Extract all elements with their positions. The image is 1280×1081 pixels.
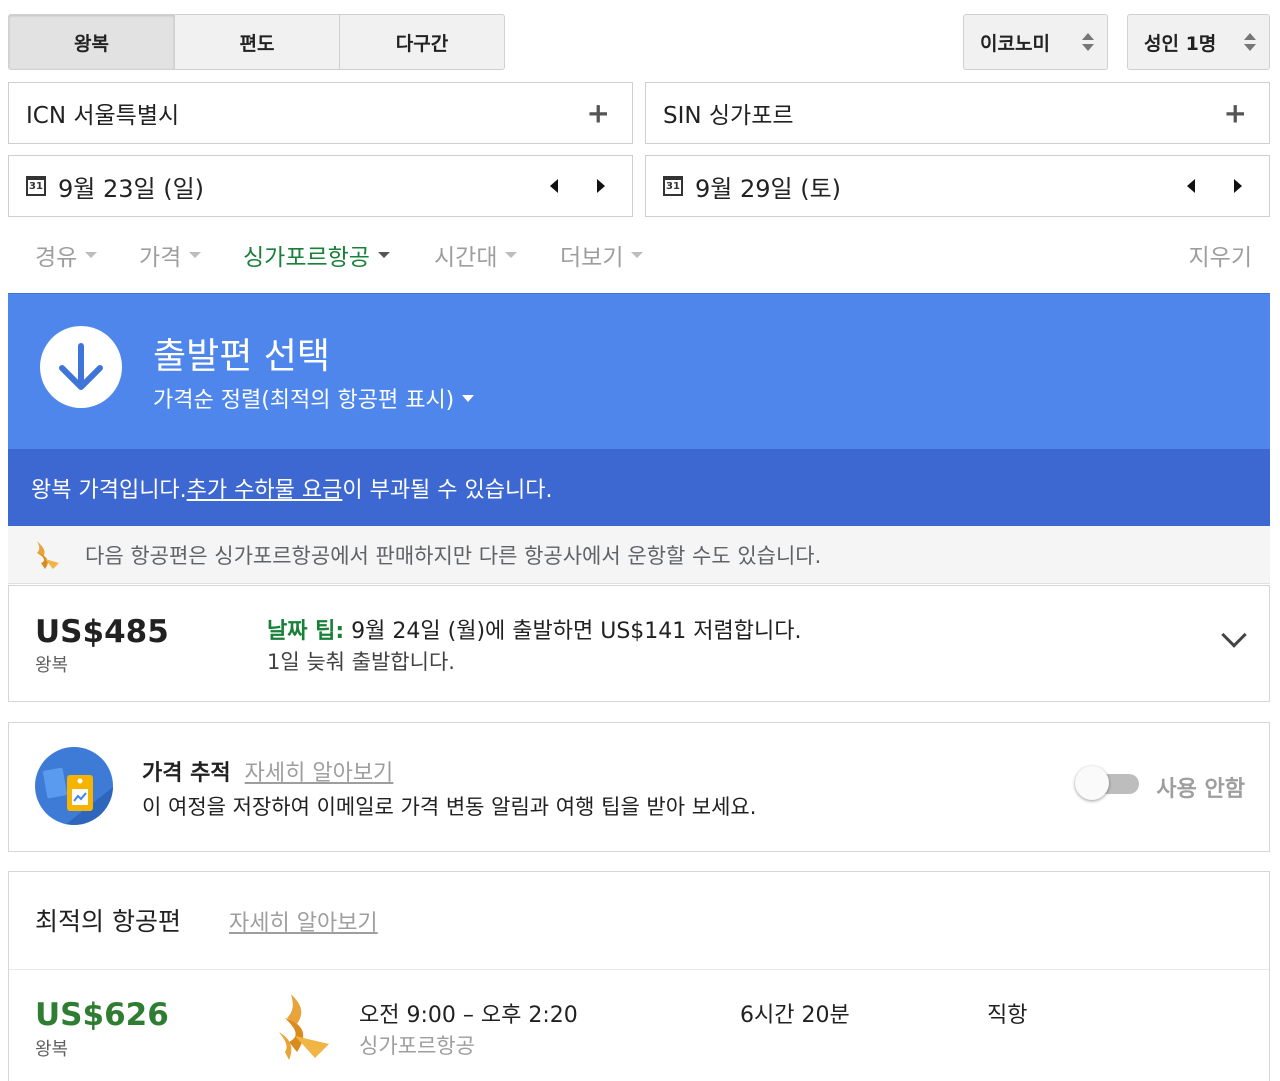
- singapore-airlines-logo-icon: [37, 540, 59, 569]
- tracking-title: 가격 추적 자세히 알아보기: [142, 755, 393, 787]
- caret-down-icon: [377, 252, 390, 258]
- clear-filters-link[interactable]: 지우기: [1189, 238, 1252, 272]
- baggage-fee-link[interactable]: 추가 수하물 요금: [187, 472, 343, 504]
- tab-label: 편도: [239, 32, 275, 55]
- calendar-icon: 31: [26, 176, 46, 196]
- flight-duration: 6시간 20분: [740, 1003, 850, 1028]
- next-date-icon[interactable]: [597, 179, 605, 193]
- toggle-knob: [1075, 766, 1109, 800]
- return-date-text: 9월 29일 (토): [695, 174, 842, 203]
- select-departure-banner: 출발편 선택 가격순 정렬(최적의 항공편 표시): [8, 293, 1270, 449]
- depart-date-text: 9월 23일 (일): [58, 174, 205, 203]
- passengers-label: 성인 1명: [1144, 32, 1217, 55]
- price-info-text: 이 부과될 수 있습니다.: [342, 477, 553, 503]
- singapore-airlines-logo-icon: [279, 994, 329, 1060]
- flight-times: 오전 9:00 – 오후 2:20: [359, 1003, 578, 1028]
- origin-text: ICN 서울특별시: [26, 103, 180, 129]
- origin-field[interactable]: ICN 서울특별시 +: [8, 82, 633, 144]
- caret-down-icon: [505, 252, 518, 258]
- tab-round-trip[interactable]: 왕복: [8, 14, 175, 70]
- tip-label: 날짜 팁:: [267, 619, 345, 644]
- tab-multi-city[interactable]: 다구간: [339, 14, 505, 70]
- best-flights-title: 최적의 항공편: [35, 907, 181, 936]
- flight-price: US$626: [35, 997, 169, 1033]
- learn-more-link[interactable]: 자세히 알아보기: [229, 905, 378, 937]
- sort-label: 가격순 정렬(최적의 항공편 표시): [153, 388, 455, 413]
- tip-text: 9월 24일 (월)에 출발하면 US$141 저렴합니다.: [344, 619, 802, 644]
- flight-stops: 직항: [987, 1003, 1028, 1028]
- divider: [9, 969, 1269, 970]
- filter-label: 싱가포르항공: [243, 245, 370, 271]
- add-destination-icon[interactable]: +: [1224, 97, 1247, 130]
- caret-down-icon: [85, 252, 98, 258]
- tab-one-way[interactable]: 편도: [174, 14, 340, 70]
- notice-text: 다음 항공편은 싱가포르항공에서 판매하지만 다른 항공사에서 운항할 수도 있…: [85, 543, 822, 568]
- destination-text: SIN 싱가포르: [663, 103, 794, 129]
- tracking-desc: 이 여정을 저장하여 이메일로 가격 변동 알림과 여행 팁을 받아 보세요.: [142, 795, 757, 819]
- tab-label: 다구간: [395, 32, 449, 55]
- prev-date-icon[interactable]: [1187, 179, 1195, 193]
- next-date-icon[interactable]: [1234, 179, 1242, 193]
- flight-airline: 싱가포르항공: [359, 1034, 475, 1058]
- price-info-bar: 왕복 가격입니다. 추가 수하물 요금 이 부과될 수 있습니다.: [8, 449, 1270, 526]
- down-arrow-icon: [40, 326, 122, 408]
- return-date-field[interactable]: 31 9월 29일 (토): [645, 155, 1270, 217]
- filter-label: 더보기: [560, 245, 624, 271]
- price-info-text: 왕복 가격입니다.: [31, 477, 187, 503]
- depart-date-field[interactable]: 31 9월 23일 (일): [8, 155, 633, 217]
- cabin-label: 이코노미: [980, 32, 1050, 55]
- price-tracking-toggle[interactable]: [1075, 766, 1139, 800]
- add-origin-icon[interactable]: +: [587, 97, 610, 130]
- cabin-select[interactable]: 이코노미: [963, 14, 1108, 70]
- filter-label: 가격: [139, 245, 182, 271]
- tracking-title-text: 가격 추적: [142, 761, 231, 786]
- updown-arrow-icon: [1244, 33, 1256, 51]
- flight-price-sub: 왕복: [35, 1039, 69, 1060]
- sort-dropdown[interactable]: 가격순 정렬(최적의 항공편 표시): [153, 382, 475, 414]
- date-tip-text: 날짜 팁: 9월 24일 (월)에 출발하면 US$141 저렴합니다.: [267, 613, 801, 645]
- updown-arrow-icon: [1082, 33, 1094, 51]
- price-tracking-card: 가격 추적 자세히 알아보기 이 여정을 저장하여 이메일로 가격 변동 알림과 …: [8, 722, 1270, 852]
- chevron-down-icon[interactable]: [1221, 622, 1247, 648]
- filter-stops[interactable]: 경유: [35, 238, 98, 272]
- price-tag-icon: [35, 747, 113, 825]
- passengers-select[interactable]: 성인 1명: [1127, 14, 1270, 70]
- prev-date-icon[interactable]: [550, 179, 558, 193]
- filter-label: 시간대: [434, 245, 498, 271]
- best-flights-card: 최적의 항공편 자세히 알아보기 US$626 왕복 오전 9:00 – 오후 …: [8, 871, 1270, 1081]
- banner-title: 출발편 선택: [153, 336, 331, 377]
- tip-price-sub: 왕복: [35, 655, 69, 676]
- airline-notice: 다음 항공편은 싱가포르항공에서 판매하지만 다른 항공사에서 운항할 수도 있…: [8, 526, 1270, 584]
- destination-field[interactable]: SIN 싱가포르 +: [645, 82, 1270, 144]
- filter-more[interactable]: 더보기: [560, 238, 644, 272]
- learn-more-link[interactable]: 자세히 알아보기: [245, 761, 394, 786]
- calendar-icon: 31: [663, 176, 683, 196]
- caret-down-icon: [631, 252, 644, 258]
- filter-price[interactable]: 가격: [139, 238, 202, 272]
- tab-label: 왕복: [74, 32, 109, 55]
- toggle-label: 사용 안함: [1156, 777, 1245, 802]
- filter-airline[interactable]: 싱가포르항공: [243, 238, 390, 272]
- caret-down-icon: [462, 394, 475, 402]
- filter-label: 경유: [35, 245, 78, 271]
- caret-down-icon: [189, 252, 202, 258]
- tip-detail: 1일 늦춰 출발합니다.: [267, 650, 455, 674]
- tip-price: US$485: [35, 614, 169, 650]
- date-tip-card[interactable]: US$485 왕복 날짜 팁: 9월 24일 (월)에 출발하면 US$141 …: [8, 585, 1270, 702]
- filter-times[interactable]: 시간대: [434, 238, 518, 272]
